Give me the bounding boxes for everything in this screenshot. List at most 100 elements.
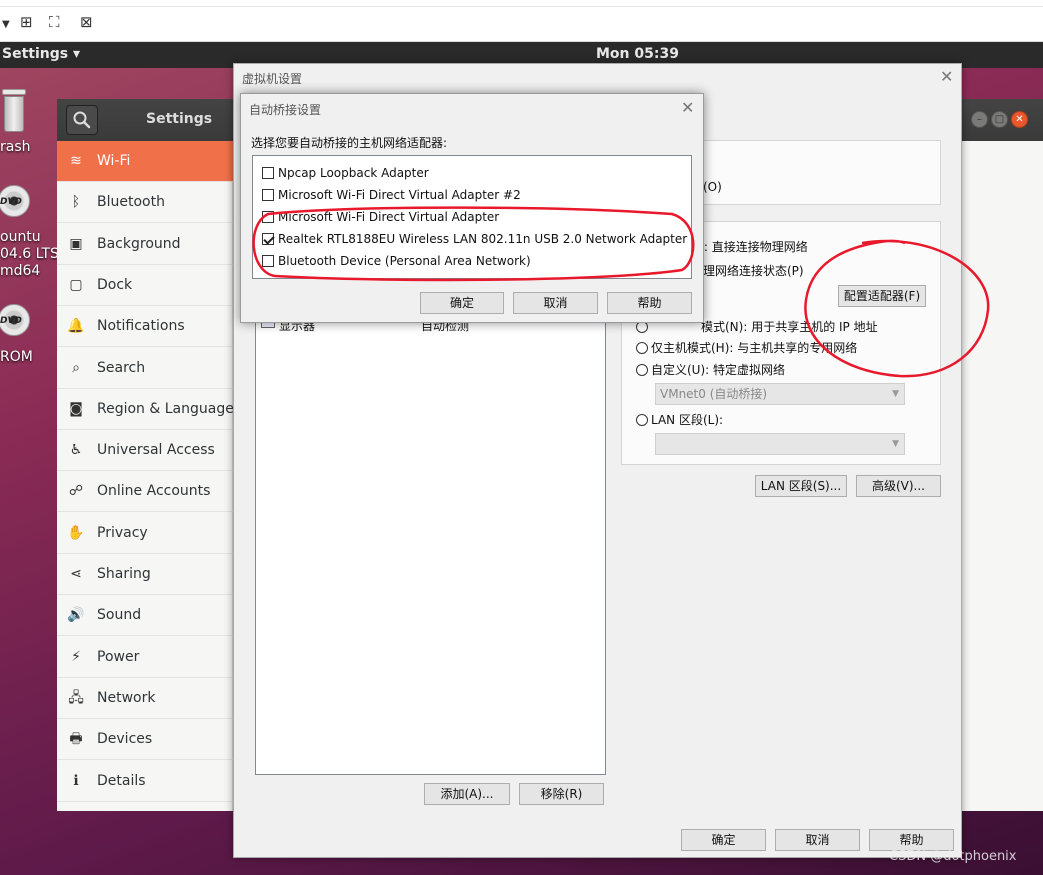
advanced-button[interactable]: 高级(V)... [856,475,941,497]
lan-segment-select[interactable]: ▼ [655,433,905,455]
sidebar-item-wi-fi[interactable]: ≋ Wi-Fi [57,141,233,182]
adapter-row[interactable]: Microsoft Wi-Fi Direct Virtual Adapter [262,207,499,227]
adapter-name: Microsoft Wi-Fi Direct Virtual Adapter #… [278,188,521,202]
sidebar-item-label: Online Accounts [97,483,211,500]
adapter-row[interactable]: Bluetooth Device (Personal Area Network) [262,251,531,271]
hardware-device-list[interactable]: 显示器 自动检测 [255,317,606,775]
close-icon[interactable]: ✕ [1011,111,1028,128]
help-button[interactable]: 帮助 [869,829,954,851]
nat-option-label: 模式(N): 用于共享主机的 IP 地址 [701,320,878,334]
vm-dialog-title: 虚拟机设置 [242,72,303,86]
custom-network-select[interactable]: VMnet0 (自动桥接) ▼ [655,383,905,405]
settings-sidebar: ≋ Wi-Fi ᛒ Bluetooth ▣ Background ▢ Dock 🔔 Notific… [57,141,234,811]
dock-icon: ▢ [69,276,83,293]
remove-device-button[interactable]: 移除(R) [519,783,604,805]
sidebar-item-notifications[interactable]: 🔔 Notifications [57,306,233,348]
adapter-checkbox[interactable] [262,167,274,179]
sidebar-item-devices[interactable]: 🖶 Devices [57,719,233,761]
desktop-label-cdrom: ROM [0,349,33,365]
adapter-row[interactable]: Microsoft Wi-Fi Direct Virtual Adapter #… [262,185,521,205]
minimize-icon[interactable]: – [971,111,988,128]
add-device-button[interactable]: 添加(A)... [424,783,510,805]
watermark: CSDN @dotphoenix [889,849,1017,864]
sidebar-item-dock[interactable]: ▢ Dock [57,265,233,306]
sidebar-item-label: Privacy [97,524,148,541]
sidebar-item-power[interactable]: ⚡ Power [57,637,233,678]
sidebar-item-label: Details [97,772,146,789]
help-button[interactable]: 帮助 [607,292,692,314]
adapter-name: Npcap Loopback Adapter [278,166,429,180]
trash-icon[interactable] [0,89,26,132]
adapter-name: Microsoft Wi-Fi Direct Virtual Adapter [278,210,500,224]
share-icon: ⋖ [70,566,82,582]
app-menu[interactable]: Settings ▾ [2,46,80,62]
sidebar-item-label: Region & Language [97,400,234,417]
sidebar-item-label: Bluetooth [97,194,165,211]
close-icon[interactable]: ✕ [940,67,953,86]
desktop-label-trash: rash [0,139,31,155]
no-stretch-icon[interactable]: ⊠ [80,13,93,31]
cdrom-icon[interactable]: DVD [0,304,30,336]
vmware-host-toolbar: ▼ ⊞ ⛶ ⊠ [0,0,1043,42]
adapter-list: Npcap Loopback Adapter Microsoft Wi-Fi Di… [252,155,692,279]
sidebar-item-label: Devices [97,731,153,748]
wifi-icon: ≋ [70,153,82,169]
share-icon[interactable]: ⊞ [20,13,33,31]
sidebar-item-bluetooth[interactable]: ᛒ Bluetooth [57,182,233,224]
ok-button[interactable]: 确定 [420,292,504,314]
bridge-prompt: 选择您要自动桥接的主机网络适配器: [251,136,448,150]
host-only-option-label: 仅主机模式(H): 与主机共享的专用网络 [651,341,858,355]
sidebar-item-online-accounts[interactable]: ☍ Online Accounts [57,471,233,513]
lan-segment-option-label: LAN 区段(L): [651,413,724,427]
fit-window-icon[interactable]: ⛶ [49,13,60,31]
sidebar-item-label: Notifications [97,318,185,335]
sidebar-item-sharing[interactable]: ⋖ Sharing [57,554,233,595]
sidebar-item-sound[interactable]: 🔊 Sound [57,595,233,637]
cancel-button[interactable]: 取消 [513,292,598,314]
chevron-down-icon: ▼ [892,439,899,449]
sidebar-item-region-language[interactable]: ◙ Region & Language [57,389,234,430]
sidebar-item-network[interactable]: 🖧 Network [57,678,233,719]
adapter-checkbox[interactable] [262,255,274,267]
sidebar-item-label: Power [97,648,140,665]
clock[interactable]: Mon 05:39 [596,46,679,62]
settings-search-button[interactable] [66,105,98,135]
configure-adapters-button[interactable]: 配置适配器(F) [838,285,926,307]
adapter-row[interactable]: Realtek RTL8188EU Wireless LAN 802.11n U… [262,229,687,249]
dvd-icon[interactable]: DVD [0,185,30,217]
bell-icon: 🔔 [67,318,85,335]
maximize-icon[interactable]: □ [991,111,1008,128]
sidebar-item-privacy[interactable]: ✋ Privacy [57,513,233,554]
adapter-checkbox[interactable] [262,189,274,201]
info-icon: ℹ [73,772,79,789]
search-icon [73,111,91,129]
sidebar-item-details[interactable]: ℹ Details [57,761,233,802]
cancel-button[interactable]: 取消 [775,829,860,851]
search-icon: ⌕ [72,359,80,376]
lan-segment-option[interactable]: LAN 区段(L): [636,411,723,428]
sidebar-item-label: Wi-Fi [97,153,131,169]
sidebar-item-label: Network [97,689,156,706]
host-only-option[interactable]: 仅主机模式(H): 与主机共享的专用网络 [636,339,857,356]
dropdown-arrow-icon[interactable]: ▼ [2,16,10,34]
lan-segments-button[interactable]: LAN 区段(S)... [755,475,847,497]
adapter-checkbox[interactable] [262,233,274,245]
sidebar-item-label: Background [97,235,181,252]
sidebar-item-background[interactable]: ▣ Background [57,224,233,265]
bridged-option-label[interactable]: B): 直接连接物理网络 [691,238,808,255]
desktop-label-dvd-3: md64 [0,263,41,279]
accessibility-icon: ♿ [69,442,83,459]
bluetooth-icon: ᛒ [71,194,81,211]
adapter-checkbox[interactable] [262,211,274,223]
ok-button[interactable]: 确定 [681,829,766,851]
adapter-row[interactable]: Npcap Loopback Adapter [262,163,429,183]
sidebar-item-search[interactable]: ⌕ Search [57,348,233,389]
speaker-icon: 🔊 [67,607,85,624]
devices-icon: 🖶 [69,731,83,748]
close-icon[interactable]: ✕ [681,98,694,117]
sidebar-item-universal-access[interactable]: ♿ Universal Access [57,430,233,472]
custom-option[interactable]: 自定义(U): 特定虚拟网络 [636,361,785,378]
replicate-state-label[interactable]: 物理网络连接状态(P) [691,262,804,279]
desktop-label-dvd-1: ountu [0,229,41,245]
custom-option-label: 自定义(U): 特定虚拟网络 [651,363,786,377]
